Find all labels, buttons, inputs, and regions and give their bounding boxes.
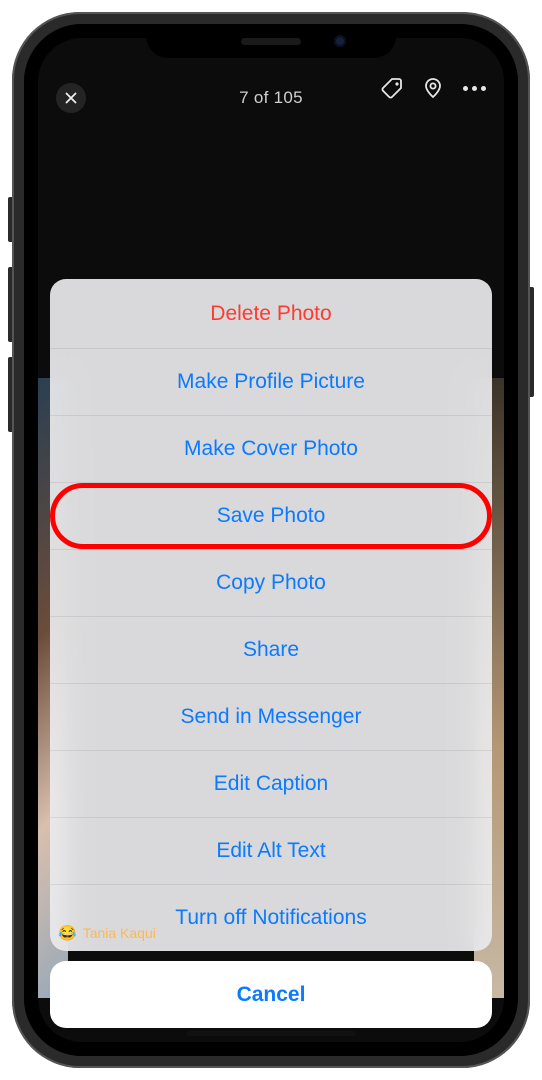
action-send-in-messenger[interactable]: Send in Messenger <box>50 683 492 750</box>
photo-tag[interactable]: 😂 Tania Kaqui <box>58 924 156 942</box>
screen: 7 of 105 😂 Tania Kaqui Delete Photo <box>38 38 504 1042</box>
action-edit-caption[interactable]: Edit Caption <box>50 750 492 817</box>
action-label: Save Photo <box>217 504 326 528</box>
action-sheet: Delete Photo Make Profile Picture Make C… <box>50 279 492 951</box>
silence-switch <box>8 197 12 242</box>
action-copy-photo[interactable]: Copy Photo <box>50 549 492 616</box>
action-label: Copy Photo <box>216 571 326 595</box>
action-label: Share <box>243 638 299 662</box>
power-button <box>530 287 534 397</box>
action-label: Turn off Notifications <box>175 906 366 930</box>
tagged-name: Tania Kaqui <box>83 925 156 941</box>
location-icon[interactable] <box>421 76 445 100</box>
volume-down-button <box>8 357 12 432</box>
action-delete-photo[interactable]: Delete Photo <box>50 279 492 348</box>
action-label: Make Profile Picture <box>177 370 365 394</box>
more-options-button[interactable] <box>463 86 486 91</box>
speaker-grille <box>241 38 301 45</box>
notch <box>146 24 396 58</box>
action-save-photo[interactable]: Save Photo <box>50 482 492 549</box>
volume-up-button <box>8 267 12 342</box>
home-indicator[interactable] <box>186 1031 356 1036</box>
action-label: Delete Photo <box>210 302 331 326</box>
cancel-label: Cancel <box>237 983 306 1007</box>
action-label: Make Cover Photo <box>184 437 358 461</box>
action-label: Send in Messenger <box>181 705 362 729</box>
topbar-actions <box>381 76 486 100</box>
action-label: Edit Alt Text <box>216 839 325 863</box>
action-share[interactable]: Share <box>50 616 492 683</box>
reaction-emoji: 😂 <box>58 924 77 942</box>
tag-icon[interactable] <box>381 76 405 100</box>
cancel-button[interactable]: Cancel <box>50 961 492 1028</box>
action-make-profile-picture[interactable]: Make Profile Picture <box>50 348 492 415</box>
action-label: Edit Caption <box>214 772 328 796</box>
action-edit-alt-text[interactable]: Edit Alt Text <box>50 817 492 884</box>
phone-bezel: 7 of 105 😂 Tania Kaqui Delete Photo <box>24 24 518 1056</box>
phone-frame: 7 of 105 😂 Tania Kaqui Delete Photo <box>12 12 530 1068</box>
action-sheet-container: Delete Photo Make Profile Picture Make C… <box>50 279 492 1028</box>
front-camera <box>334 35 346 47</box>
action-make-cover-photo[interactable]: Make Cover Photo <box>50 415 492 482</box>
